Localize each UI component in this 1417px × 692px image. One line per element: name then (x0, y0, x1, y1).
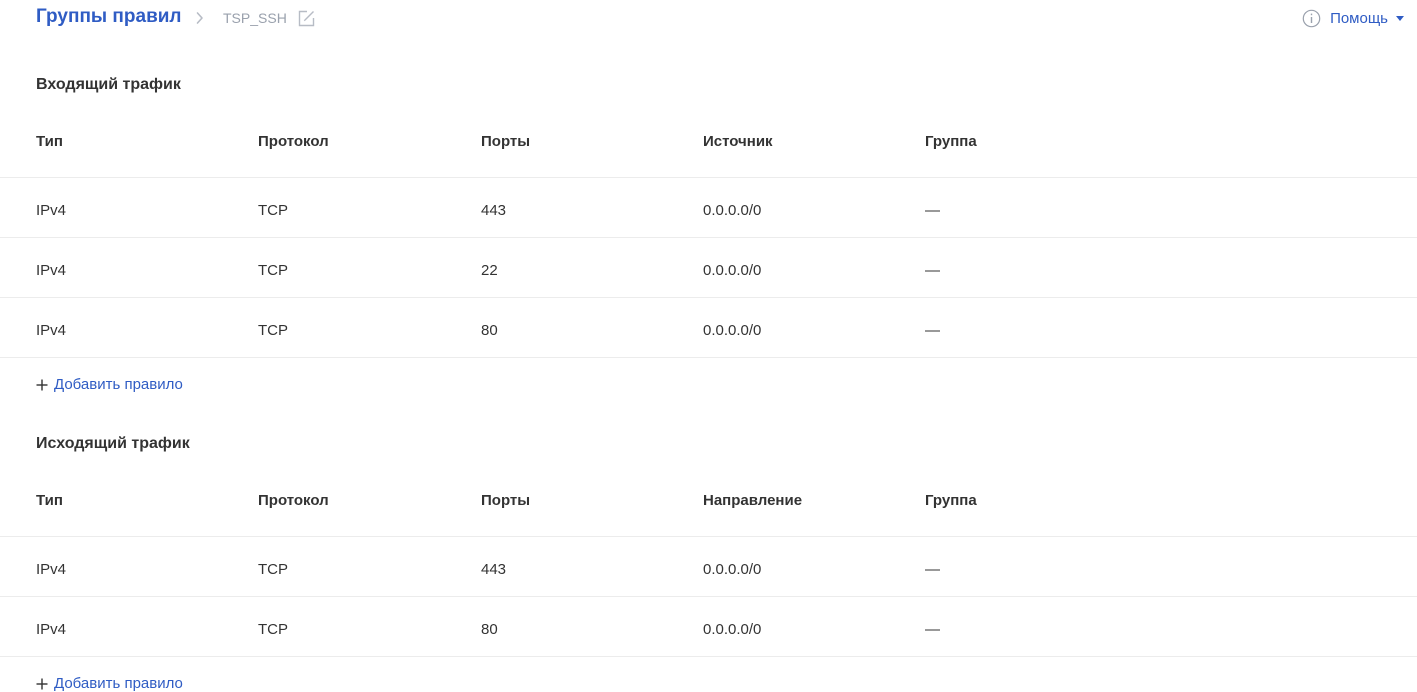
column-header-type: Тип (36, 492, 63, 509)
column-header-protocol: Протокол (258, 492, 329, 509)
page-header: Группы правил TSP_SSH Помощь (0, 0, 1417, 36)
table-row[interactable]: IPv4 TCP 22 0.0.0.0/0 — (0, 238, 1417, 298)
column-header-ports: Порты (481, 133, 531, 150)
cell-source: 0.0.0.0/0 (703, 322, 762, 339)
cell-ports: 80 (481, 621, 498, 638)
cell-type: IPv4 (36, 621, 67, 638)
add-rule-label: Добавить правило (54, 376, 183, 393)
cell-ports: 443 (481, 202, 507, 219)
column-header-source: Источник (703, 133, 773, 150)
column-header-group: Группа (925, 492, 977, 509)
column-header-group: Группа (925, 133, 977, 150)
chevron-right-icon (196, 12, 203, 24)
caret-down-icon (1396, 15, 1404, 21)
edit-icon[interactable] (297, 9, 316, 28)
cell-type: IPv4 (36, 561, 67, 578)
inbound-rules-table: Тип Протокол Порты Источник Группа IPv4 … (0, 107, 1417, 358)
cell-protocol: TCP (258, 262, 288, 279)
cell-ports: 22 (481, 262, 498, 279)
cell-ports: 80 (481, 322, 498, 339)
outbound-section-title: Исходящий трафик (36, 435, 190, 452)
info-icon (1302, 9, 1321, 27)
cell-group: — (925, 322, 940, 339)
cell-destination: 0.0.0.0/0 (703, 621, 762, 638)
cell-protocol: TCP (258, 561, 288, 578)
breadcrumb-root-link[interactable]: Группы правил (36, 6, 182, 28)
column-header-destination: Направление (703, 492, 803, 509)
table-row[interactable]: IPv4 TCP 443 0.0.0.0/0 — (0, 178, 1417, 238)
plus-icon (36, 379, 48, 390)
table-row[interactable]: IPv4 TCP 80 0.0.0.0/0 — (0, 597, 1417, 657)
outbound-add-rule-button[interactable]: Добавить правило (36, 675, 183, 692)
table-row[interactable]: IPv4 TCP 443 0.0.0.0/0 — (0, 537, 1417, 597)
cell-protocol: TCP (258, 322, 288, 339)
cell-source: 0.0.0.0/0 (703, 202, 762, 219)
inbound-section-title: Входящий трафик (36, 76, 181, 93)
cell-type: IPv4 (36, 262, 67, 279)
inbound-add-rule-button[interactable]: Добавить правило (36, 376, 183, 393)
cell-destination: 0.0.0.0/0 (703, 561, 762, 578)
cell-ports: 443 (481, 561, 507, 578)
cell-protocol: TCP (258, 621, 288, 638)
cell-type: IPv4 (36, 322, 67, 339)
table-header: Тип Протокол Порты Источник Группа (0, 107, 1417, 178)
table-row[interactable]: IPv4 TCP 80 0.0.0.0/0 — (0, 298, 1417, 358)
column-header-protocol: Протокол (258, 133, 329, 150)
help-label: Помощь (1330, 9, 1388, 27)
table-header: Тип Протокол Порты Направление Группа (0, 466, 1417, 537)
cell-group: — (925, 621, 940, 638)
add-rule-label: Добавить правило (54, 675, 183, 692)
help-menu-button[interactable]: Помощь (1302, 8, 1404, 28)
column-header-ports: Порты (481, 492, 531, 509)
breadcrumb-current: TSP_SSH (223, 10, 287, 26)
cell-group: — (925, 561, 940, 578)
cell-protocol: TCP (258, 202, 288, 219)
plus-icon (36, 678, 48, 689)
outbound-rules-table: Тип Протокол Порты Направление Группа IP… (0, 466, 1417, 657)
column-header-type: Тип (36, 133, 63, 150)
cell-group: — (925, 202, 940, 219)
cell-source: 0.0.0.0/0 (703, 262, 762, 279)
cell-type: IPv4 (36, 202, 67, 219)
cell-group: — (925, 262, 940, 279)
